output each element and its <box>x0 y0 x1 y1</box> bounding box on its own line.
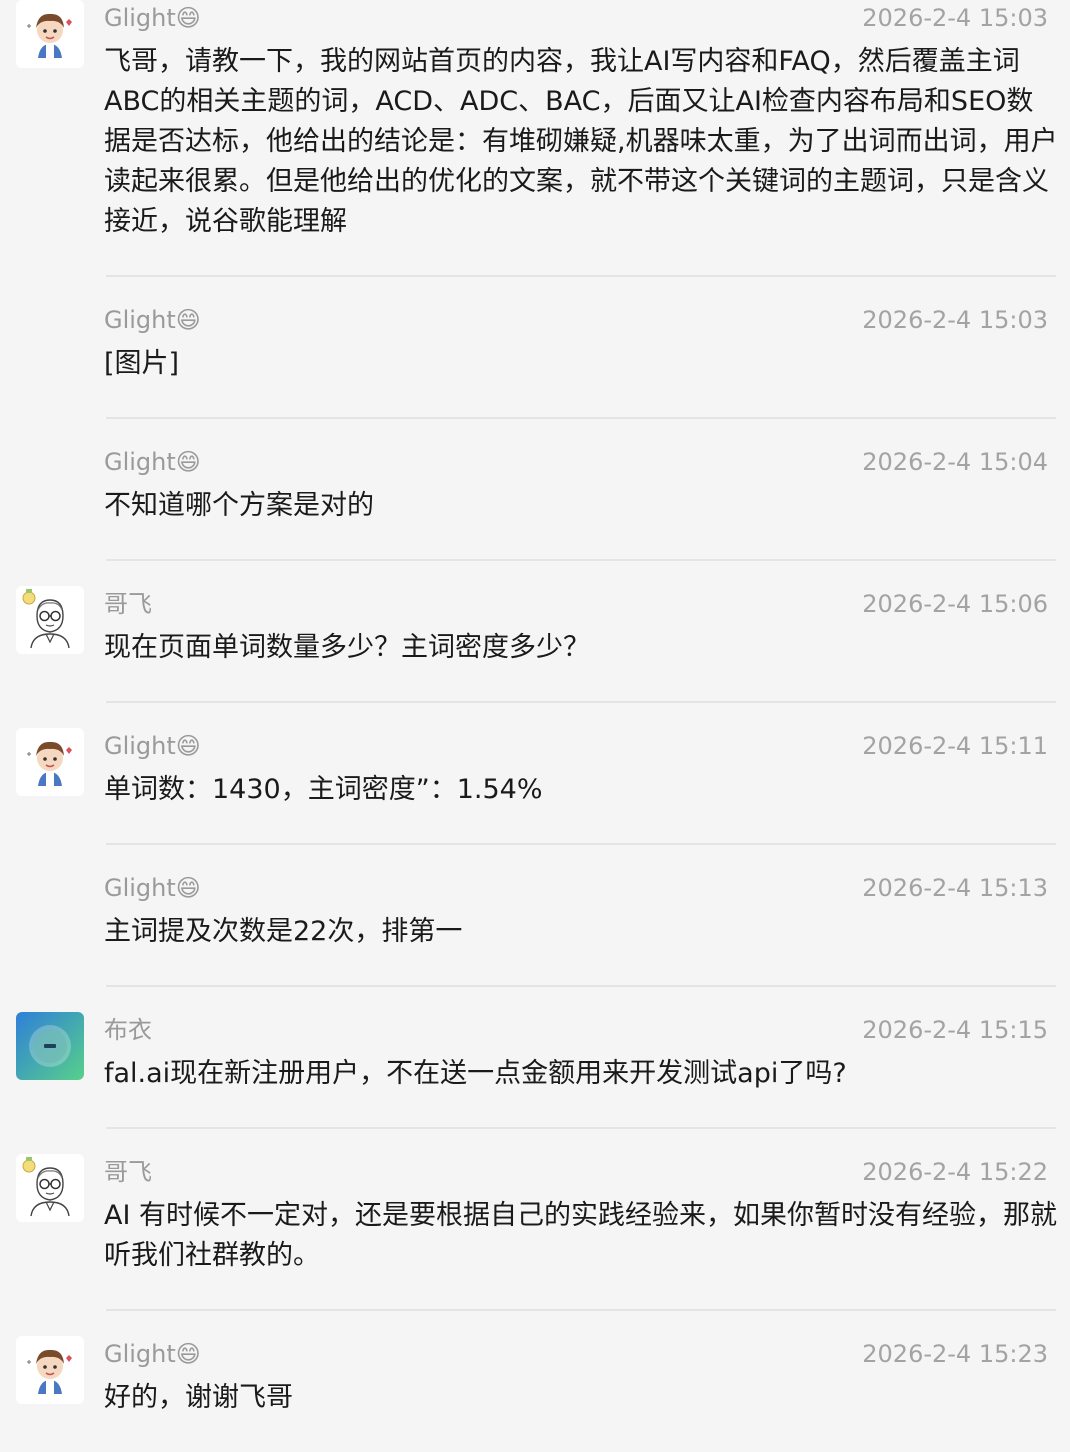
sender-name-text: 布衣 <box>104 1016 152 1044</box>
sender-name-text: Glight <box>104 1340 176 1368</box>
avatar-cartoon-boy-icon[interactable] <box>16 1336 84 1404</box>
sender-name-text: 哥飞 <box>104 590 152 618</box>
sender-name[interactable]: 布衣 <box>104 1012 152 1048</box>
grin-emoji-icon: 😄 <box>175 306 201 334</box>
message-text: 主词提及次数是22次，排第一 <box>104 916 463 947</box>
sender-name[interactable]: Glight😄 <box>104 0 201 36</box>
avatar-cartoon-boy-icon[interactable] <box>16 0 84 68</box>
message-divider <box>106 1127 1056 1129</box>
message-timestamp: 2026-2-4 15:03 <box>862 4 1048 32</box>
sender-name-text: Glight <box>104 306 176 334</box>
sender-name-text: Glight <box>104 4 176 32</box>
message-text: 好的，谢谢飞哥 <box>104 1382 293 1413</box>
message-text: fal.ai现在新注册用户，不在送一点金额用来开发测试api了吗? <box>104 1058 847 1089</box>
sender-name-text: 哥飞 <box>104 1158 152 1186</box>
sender-name[interactable]: Glight😄 <box>104 302 201 338</box>
sender-name[interactable]: Glight😄 <box>104 444 201 480</box>
avatar-cartoon-boy-icon[interactable] <box>16 728 84 796</box>
message-timestamp: 2026-2-4 15:04 <box>862 448 1048 476</box>
sender-name-text: Glight <box>104 448 176 476</box>
avatar-glasses-man-icon[interactable] <box>16 586 84 654</box>
sender-name-text: Glight <box>104 732 176 760</box>
grin-emoji-icon: 😄 <box>175 732 201 760</box>
message-divider <box>106 843 1056 845</box>
message-divider <box>106 985 1056 987</box>
message-timestamp: 2026-2-4 15:11 <box>862 732 1048 760</box>
message-text: 单词数：1430，主词密度”：1.54% <box>104 774 543 805</box>
chat-history: Glight😄 2026-2-4 15:03 飞哥，请教一下，我的网站首页的内容，我… <box>0 0 1070 1452</box>
message-timestamp: 2026-2-4 15:03 <box>862 306 1048 334</box>
message-text: 飞哥，请教一下，我的网站首页的内容，我让AI写内容和FAQ，然后覆盖主词 ABC… <box>104 46 1058 237</box>
message-timestamp: 2026-2-4 15:13 <box>862 874 1048 902</box>
sender-name-text: Glight <box>104 874 176 902</box>
message-text: 不知道哪个方案是对的 <box>104 490 374 521</box>
message-divider <box>106 417 1056 419</box>
grin-emoji-icon: 😄 <box>175 448 201 476</box>
message-timestamp: 2026-2-4 15:22 <box>862 1158 1048 1186</box>
sender-name[interactable]: Glight😄 <box>104 728 201 764</box>
message-text: 现在页面单词数量多少？主词密度多少？ <box>104 632 590 663</box>
message-timestamp: 2026-2-4 15:06 <box>862 590 1048 618</box>
avatar-gradient-circle-icon[interactable] <box>16 1012 84 1080</box>
message-divider <box>106 559 1056 561</box>
sender-name[interactable]: 哥飞 <box>104 1154 152 1190</box>
grin-emoji-icon: 😄 <box>175 1340 201 1368</box>
grin-emoji-icon: 😄 <box>175 4 201 32</box>
sender-name[interactable]: Glight😄 <box>104 1336 201 1372</box>
grin-emoji-icon: 😄 <box>175 874 201 902</box>
message-divider <box>106 701 1056 703</box>
sender-name[interactable]: Glight😄 <box>104 870 201 906</box>
avatar-glasses-man-icon[interactable] <box>16 1154 84 1222</box>
message-divider <box>106 275 1056 277</box>
message-timestamp: 2026-2-4 15:15 <box>862 1016 1048 1044</box>
sender-name[interactable]: 哥飞 <box>104 586 152 622</box>
message-text: AI 有时候不一定对，还是要根据自己的实践经验来，如果你暂时没有经验，那就听我们… <box>104 1200 1058 1271</box>
message-text: [图片] <box>104 348 180 379</box>
message-timestamp: 2026-2-4 15:23 <box>862 1340 1048 1368</box>
message-divider <box>106 1309 1056 1311</box>
